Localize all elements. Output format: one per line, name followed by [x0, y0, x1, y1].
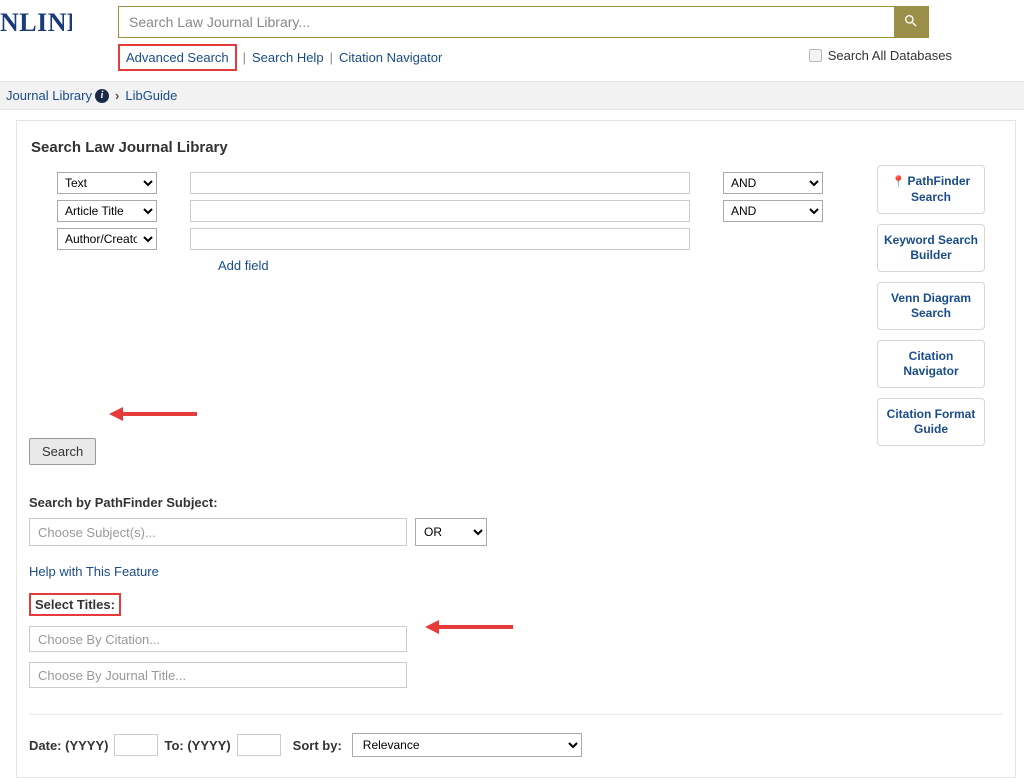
breadcrumb-journal-library[interactable]: Journal Library [6, 88, 92, 103]
annotation-arrow [425, 620, 513, 634]
field-type-select[interactable]: Author/Creator [57, 228, 157, 250]
subject-boolean-select[interactable]: OR [415, 518, 487, 546]
choose-by-journal-title-input[interactable] [29, 662, 407, 688]
choose-by-citation-input[interactable] [29, 626, 407, 652]
search-row: Article Title AND [57, 200, 1003, 222]
date-from-label: Date: (YYYY) [29, 738, 108, 753]
select-titles-highlight: Select Titles: [29, 593, 121, 616]
boolean-select[interactable]: AND [723, 172, 823, 194]
logo-fragment: NLINE [0, 8, 72, 38]
search-row: Text AND [57, 172, 1003, 194]
subject-input[interactable] [29, 518, 407, 546]
submit-search-button[interactable]: Search [29, 438, 96, 465]
sort-by-label: Sort by: [293, 738, 342, 753]
add-field-link[interactable]: Add field [218, 258, 269, 273]
chevron-right-icon: › [115, 88, 119, 103]
pin-icon: 📍 [892, 176, 906, 188]
sort-by-select[interactable]: Relevance [352, 733, 582, 757]
panel-title: Search Law Journal Library [31, 139, 1003, 156]
field-type-select[interactable]: Article Title [57, 200, 157, 222]
select-titles-label: Select Titles: [35, 597, 115, 612]
global-search-bar [118, 6, 929, 38]
advanced-search-highlight: Advanced Search [118, 44, 237, 71]
info-icon[interactable]: i [95, 89, 109, 103]
search-term-input[interactable] [190, 200, 690, 222]
checkbox-icon [809, 49, 822, 62]
search-button[interactable] [894, 7, 928, 37]
search-term-input[interactable] [190, 172, 690, 194]
advanced-search-link[interactable]: Advanced Search [126, 50, 229, 65]
separator: | [243, 50, 246, 65]
search-row: Author/Creator [57, 228, 1003, 250]
search-help-link[interactable]: Search Help [252, 50, 324, 65]
help-with-feature-link[interactable]: Help with This Feature [29, 564, 159, 579]
citation-navigator-link[interactable]: Citation Navigator [339, 50, 442, 65]
date-from-input[interactable] [114, 734, 158, 756]
keyword-search-builder-button[interactable]: Keyword Search Builder [877, 224, 985, 272]
pathfinder-subject-label: Search by PathFinder Subject: [29, 495, 1003, 510]
citation-navigator-button[interactable]: Citation Navigator [877, 340, 985, 388]
pathfinder-search-button[interactable]: 📍PathFinder Search [877, 165, 985, 214]
breadcrumb-libguide[interactable]: LibGuide [125, 88, 177, 103]
breadcrumb: Journal Library i › LibGuide [0, 81, 1024, 110]
search-all-databases-label: Search All Databases [828, 48, 952, 63]
separator: | [330, 50, 333, 65]
search-icon [903, 13, 919, 32]
search-term-input[interactable] [190, 228, 690, 250]
venn-diagram-search-button[interactable]: Venn Diagram Search [877, 282, 985, 330]
annotation-arrow [109, 407, 197, 421]
advanced-search-panel: Search Law Journal Library Text AND Arti… [16, 120, 1016, 778]
date-to-label: To: (YYYY) [164, 738, 230, 753]
citation-format-guide-button[interactable]: Citation Format Guide [877, 398, 985, 446]
search-input[interactable] [119, 7, 894, 37]
field-type-select[interactable]: Text [57, 172, 157, 194]
boolean-select[interactable]: AND [723, 200, 823, 222]
date-to-input[interactable] [237, 734, 281, 756]
search-all-databases-toggle[interactable]: Search All Databases [809, 48, 952, 63]
